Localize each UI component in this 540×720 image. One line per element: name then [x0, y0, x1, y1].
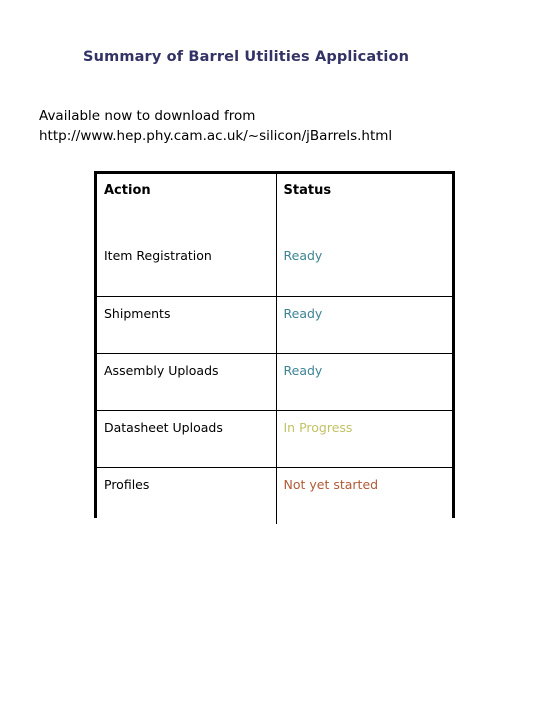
status-table: Action Status Item Registration Ready Sh…	[97, 174, 452, 524]
page-title: Summary of Barrel Utilities Application	[83, 49, 410, 65]
table-body: Item Registration Ready Shipments Ready …	[97, 239, 452, 524]
table-row: Assembly Uploads Ready	[97, 353, 452, 411]
table-row: Item Registration Ready	[97, 239, 452, 297]
table-header-row: Action Status	[97, 174, 452, 239]
cell-action: Item Registration	[97, 239, 277, 297]
status-badge: Not yet started	[276, 467, 452, 524]
table-row: Profiles Not yet started	[97, 467, 452, 524]
column-header-status: Status	[276, 174, 452, 239]
status-badge: Ready	[276, 239, 452, 297]
slide-canvas: Summary of Barrel Utilities Application …	[0, 0, 540, 720]
intro-text-block: Available now to download from http://ww…	[39, 106, 509, 146]
status-badge: In Progress	[276, 410, 452, 468]
column-header-action: Action	[97, 174, 277, 239]
cell-action: Assembly Uploads	[97, 353, 277, 411]
status-badge: Ready	[276, 353, 452, 411]
table-row: Datasheet Uploads In Progress	[97, 410, 452, 468]
status-badge: Ready	[276, 296, 452, 354]
status-table-container: Action Status Item Registration Ready Sh…	[94, 171, 455, 524]
download-url: http://www.hep.phy.cam.ac.uk/~silicon/jB…	[39, 128, 393, 144]
cell-action: Shipments	[97, 296, 277, 354]
intro-line-availability: Available now to download from	[39, 108, 256, 124]
cell-action: Datasheet Uploads	[97, 410, 277, 468]
table-row: Shipments Ready	[97, 296, 452, 354]
cell-action: Profiles	[97, 467, 277, 524]
